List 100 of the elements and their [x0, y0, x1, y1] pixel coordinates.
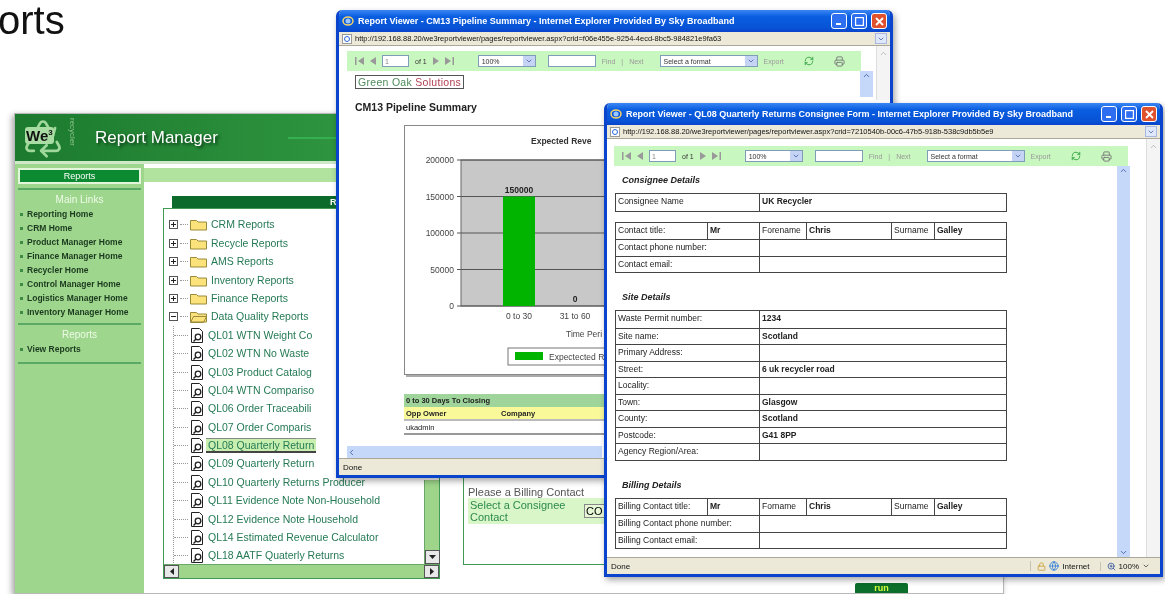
- label-cell-text: Contact title:: [617, 223, 667, 237]
- horizontal-scrollbar[interactable]: [164, 563, 439, 578]
- tree-item[interactable]: QL07 Order Comparis: [206, 419, 314, 435]
- label-cell-text: Town:: [617, 395, 642, 409]
- minimize-button[interactable]: [831, 13, 847, 29]
- axis-tick-label: 31 to 60: [559, 311, 591, 321]
- find-field[interactable]: [814, 150, 863, 162]
- chart-title: Expected Reve: [531, 136, 592, 146]
- tree-item[interactable]: QL11 Evidence Note Non-Household: [206, 493, 382, 509]
- tree-item[interactable]: QL18 AATF Quaterly Returns: [206, 548, 347, 564]
- maximize-button[interactable]: [1121, 106, 1137, 122]
- close-button[interactable]: [1141, 106, 1157, 122]
- tree-item[interactable]: QL02 WTN No Waste: [206, 346, 312, 362]
- chevron-down-icon: [1013, 152, 1022, 160]
- print-icon[interactable]: [833, 55, 845, 67]
- expand-icon[interactable]: [169, 238, 178, 248]
- print-icon[interactable]: [1100, 150, 1112, 162]
- next-page-icon[interactable]: [699, 152, 706, 160]
- expand-icon[interactable]: [169, 220, 178, 230]
- report-icon: [190, 364, 204, 380]
- minimize-button[interactable]: [1101, 106, 1117, 122]
- report-icon: [190, 456, 204, 472]
- tree-folder[interactable]: AMS Reports: [209, 254, 276, 270]
- sidebar-link[interactable]: View Reports: [27, 344, 81, 354]
- last-page-icon[interactable]: [711, 152, 721, 160]
- refresh-icon[interactable]: [803, 56, 814, 66]
- collapse-icon[interactable]: [169, 312, 178, 322]
- maximize-button[interactable]: [851, 13, 867, 29]
- tree-item[interactable]: QL14 Estimated Revenue Calculator: [206, 530, 381, 546]
- value-cell: Mr: [707, 222, 759, 239]
- tree-item[interactable]: QL08 Quarterly Return: [206, 438, 317, 454]
- bullet-icon: [20, 227, 23, 230]
- label-cell-text: Billing Contact email:: [617, 533, 699, 547]
- tree-folder[interactable]: Data Quality Reports: [209, 309, 311, 325]
- close-button[interactable]: [871, 13, 887, 29]
- label-cell-text: Primary Address:: [617, 346, 684, 359]
- last-page-icon[interactable]: [444, 57, 454, 65]
- page-scrollbar[interactable]: [1146, 139, 1160, 557]
- folder-icon: [190, 255, 207, 269]
- window-title: Report Viewer - QL08 Quarterly Returns Consignee Form - Internet Explorer Provided By Sky Broadband: [626, 109, 1074, 119]
- horizontal-scrollbar[interactable]: [347, 446, 602, 458]
- first-page-icon[interactable]: [622, 152, 631, 160]
- tree-item[interactable]: QL06 Order Traceabili: [206, 401, 314, 417]
- tree-item[interactable]: QL03 Product Catalog: [206, 364, 314, 380]
- status-text: Done: [611, 561, 632, 571]
- folder-icon: [190, 218, 207, 232]
- tree-item[interactable]: QL04 WTN Compariso: [206, 382, 317, 398]
- chevron-down-icon: [524, 57, 533, 65]
- tree-item[interactable]: QL01 WTN Weight Co: [206, 327, 315, 343]
- sidebar-tab[interactable]: Reports: [18, 168, 141, 184]
- tree-folder[interactable]: CRM Reports: [209, 217, 277, 233]
- expand-icon[interactable]: [169, 293, 178, 303]
- expand-icon[interactable]: [169, 257, 178, 267]
- sidebar-link[interactable]: Finance Manager Home: [27, 251, 123, 261]
- bullet-icon: [20, 348, 23, 351]
- browser-icon: [342, 15, 354, 27]
- select-label: Select a Consignee Contact: [470, 498, 567, 523]
- refresh-icon[interactable]: [1070, 151, 1081, 161]
- expand-icon[interactable]: [169, 275, 178, 285]
- axis-tick-label: 50000: [430, 264, 454, 275]
- sidebar-link[interactable]: Product Manager Home: [27, 237, 123, 247]
- tree-folder[interactable]: Finance Reports: [209, 290, 291, 306]
- vertical-scrollbar[interactable]: [860, 71, 873, 97]
- axis-tick-label: 200000: [425, 155, 454, 165]
- app-title: Report Manager: [95, 127, 218, 148]
- zoom-level[interactable]: 100%: [1118, 561, 1139, 571]
- contact-dropdown[interactable]: CO: [584, 503, 605, 518]
- report-icon: [190, 401, 204, 417]
- label-cell: Forename: [759, 222, 806, 239]
- tree-item[interactable]: QL10 Quarterly Returns Producer: [206, 474, 367, 490]
- tree-item[interactable]: QL12 Evidence Note Household: [206, 511, 360, 527]
- address-dropdown[interactable]: [875, 33, 887, 44]
- previous-page-icon[interactable]: [637, 152, 643, 160]
- tree-folder[interactable]: Inventory Reports: [209, 272, 296, 288]
- sidebar-link[interactable]: Reporting Home: [27, 209, 94, 219]
- next-page-icon[interactable]: [432, 57, 439, 65]
- tree-folder[interactable]: Recycle Reports: [209, 235, 291, 251]
- sidebar-link[interactable]: Control Manager Home: [27, 279, 121, 289]
- address-dropdown[interactable]: [1145, 126, 1157, 137]
- tree-item[interactable]: QL09 Quarterly Return: [206, 456, 317, 472]
- vertical-scrollbar[interactable]: [1117, 166, 1130, 557]
- prompt-text: Please a Billing Contact: [468, 485, 585, 498]
- run-button[interactable]: run: [855, 582, 908, 593]
- report-icon: [190, 530, 204, 546]
- vertical-scrollbar[interactable]: [424, 479, 439, 564]
- maximize-icon: [1124, 109, 1134, 119]
- page-scrollbar[interactable]: [876, 46, 890, 100]
- value-cell: 6 uk recycler road: [759, 361, 1008, 377]
- first-page-icon[interactable]: [355, 57, 364, 65]
- sidebar-link[interactable]: Recycler Home: [27, 265, 89, 275]
- find-field[interactable]: [547, 55, 596, 67]
- sidebar-link[interactable]: Inventory Manager Home: [27, 307, 129, 317]
- report-icon: [190, 548, 204, 564]
- page-icon: [342, 33, 352, 44]
- sidebar-link[interactable]: Logistics Manager Home: [27, 293, 128, 303]
- axis-tick-label: 100000: [425, 228, 454, 238]
- slide-title: orts: [0, 0, 65, 40]
- section-heading: Billing Details: [621, 478, 683, 492]
- previous-page-icon[interactable]: [370, 57, 376, 65]
- sidebar-link[interactable]: CRM Home: [27, 223, 73, 233]
